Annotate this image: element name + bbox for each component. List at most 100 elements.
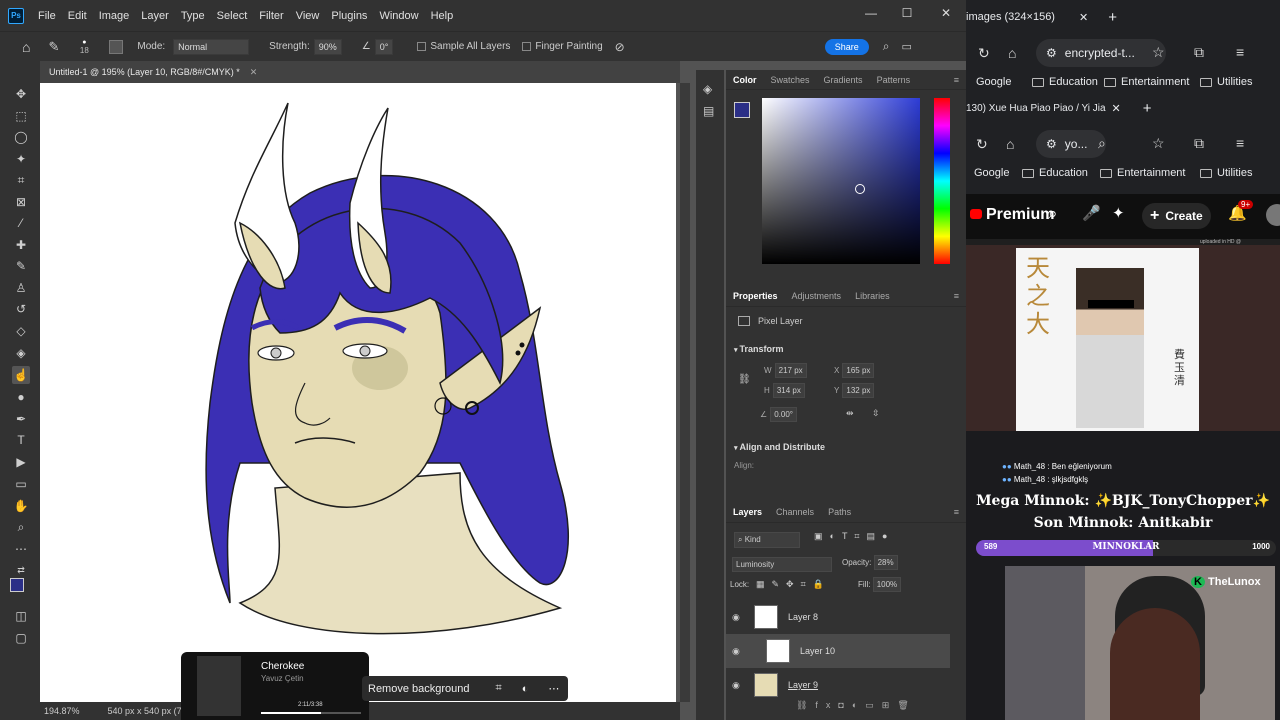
browser-tab[interactable]: 130) Xue Hua Piao Piao / Yi Jia ✕ + (966, 97, 1152, 119)
bookmark-star-icon[interactable]: ☆ (1152, 44, 1165, 61)
fill-control[interactable]: Fill: 100% (858, 577, 902, 592)
avatar[interactable] (1266, 204, 1280, 226)
search-icon[interactable]: ⌕ (1048, 204, 1058, 224)
angle-field[interactable]: ∠ 0.00° (760, 407, 798, 422)
home-icon[interactable]: ⌂ (1006, 136, 1014, 152)
close-button[interactable]: ✕ (927, 0, 965, 26)
foreground-swatch[interactable] (734, 102, 750, 118)
sample-all-layers-checkbox[interactable]: Sample All Layers (417, 41, 510, 52)
pressure-icon[interactable]: ⊘ (615, 40, 625, 54)
quick-select-tool-icon[interactable]: ✦ (12, 150, 30, 168)
comments-icon[interactable]: ▤ (703, 104, 714, 118)
canvas[interactable] (40, 83, 676, 702)
color-field[interactable] (762, 98, 920, 264)
layer-action-icons[interactable]: ⛓fx◘◐▭⊞🗑 (796, 700, 917, 711)
panel-menu-icon[interactable]: ≡ (947, 291, 966, 301)
strength-input[interactable]: 90% (313, 38, 342, 55)
menu-help[interactable]: Help (425, 10, 460, 22)
link-dimensions-icon[interactable]: ⛓ (738, 374, 751, 385)
marquee-tool-icon[interactable]: ⬚ (12, 107, 30, 125)
more-tools-icon[interactable]: ⋯ (12, 540, 30, 558)
hue-slider[interactable] (934, 98, 950, 264)
mic-icon[interactable]: 🎤 (1082, 204, 1101, 222)
reload-icon[interactable]: ↻ (976, 136, 988, 153)
move-tool-icon[interactable]: ✥ (12, 85, 30, 103)
youtube-video[interactable]: 天之大 費玉清 (966, 245, 1280, 431)
menu-image[interactable]: Image (93, 10, 136, 22)
home-icon[interactable]: ⌂ (1008, 45, 1016, 61)
remove-background-button[interactable]: Remove background (368, 683, 470, 695)
smudge-tool-icon[interactable]: ✎ (48, 39, 59, 55)
swap-colors-icon[interactable]: ⇄ (12, 561, 30, 579)
menu-filter[interactable]: Filter (253, 10, 289, 22)
pen-tool-icon[interactable]: ✒ (12, 410, 30, 428)
search-icon[interactable]: ⌕ (883, 39, 890, 54)
tab-gradients[interactable]: Gradients (817, 75, 870, 85)
create-button[interactable]: + Create (1142, 203, 1211, 229)
document-tab[interactable]: Untitled-1 @ 195% (Layer 10, RGB/8#/CMYK… (40, 61, 680, 83)
frame-tool-icon[interactable]: ⊠ (12, 193, 30, 211)
bookmark-entertainment[interactable]: Entertainment (1100, 167, 1185, 179)
menu-view[interactable]: View (290, 10, 326, 22)
tab-adjustments[interactable]: Adjustments (785, 291, 849, 301)
tab-patterns[interactable]: Patterns (870, 75, 918, 85)
menu-layer[interactable]: Layer (135, 10, 175, 22)
extensions-icon[interactable]: ⧉ (1194, 135, 1204, 152)
close-tab-icon[interactable]: ✕ (1079, 11, 1088, 24)
x-field[interactable]: X 165 px (834, 363, 875, 378)
healing-tool-icon[interactable]: ✚ (12, 236, 30, 254)
smudge-tool-icon[interactable]: ☝ (12, 366, 30, 384)
maximize-button[interactable]: ☐ (888, 0, 926, 26)
height-field[interactable]: H 314 px (764, 383, 805, 398)
crop-tool-icon[interactable]: ⌗ (12, 171, 30, 189)
dodge-tool-icon[interactable]: ● (12, 388, 30, 406)
type-tool-icon[interactable]: T (12, 431, 30, 449)
screen-mode-icon[interactable]: ▢ (12, 629, 30, 647)
visibility-eye-icon[interactable]: ◉ (732, 680, 744, 691)
panel-menu-icon[interactable]: ≡ (947, 75, 966, 85)
finger-painting-checkbox[interactable]: Finger Painting (522, 41, 603, 52)
workspace-icon[interactable]: ▭ (902, 40, 912, 53)
menu-icon[interactable]: ≡ (1236, 135, 1244, 151)
opacity-control[interactable]: Opacity: 28% (842, 555, 898, 570)
tab-paths[interactable]: Paths (821, 507, 858, 517)
brush-settings-icon[interactable] (109, 39, 124, 54)
tab-properties[interactable]: Properties (726, 291, 785, 301)
y-field[interactable]: Y 132 px (834, 383, 875, 398)
panel-menu-icon[interactable]: ≡ (947, 507, 966, 517)
menu-icon[interactable]: ≡ (1236, 44, 1244, 60)
visibility-eye-icon[interactable]: ◉ (732, 612, 744, 623)
minimize-button[interactable]: — (852, 0, 890, 26)
visibility-eye-icon[interactable]: ◉ (732, 646, 744, 657)
brush-tool-icon[interactable]: ✎ (12, 257, 30, 275)
home-icon[interactable]: ⌂ (22, 39, 30, 55)
new-tab-icon[interactable]: + (1108, 9, 1117, 26)
bookmark-entertainment[interactable]: Entertainment (1104, 76, 1189, 88)
mode-select[interactable]: Normal (173, 38, 250, 55)
crop-icon[interactable]: ⌗ (496, 682, 502, 695)
bookmark-google[interactable]: Google (974, 167, 1009, 179)
color-picker-marker[interactable] (855, 184, 865, 194)
history-brush-icon[interactable]: ↺ (12, 300, 30, 318)
music-popup[interactable]: Cherokee Yavuz Çetin 2:11/3:38 (181, 652, 369, 720)
tab-libraries[interactable]: Libraries (848, 291, 897, 301)
share-button[interactable]: Share (824, 38, 869, 55)
more-options-icon[interactable]: ⋯ (548, 682, 559, 695)
tab-swatches[interactable]: Swatches (764, 75, 817, 85)
close-tab-icon[interactable]: ✕ (250, 67, 258, 78)
tab-channels[interactable]: Channels (769, 507, 821, 517)
browser-tab[interactable]: images (324×156) ✕ + (966, 0, 1117, 34)
vertical-scrollbar[interactable] (680, 83, 690, 702)
adjust-icon[interactable]: ◐ (522, 683, 529, 695)
foreground-color-swatch[interactable] (10, 578, 24, 592)
flip-horizontal-icon[interactable]: ⇹ (846, 408, 854, 419)
width-field[interactable]: W 217 px (764, 363, 807, 378)
transform-header[interactable]: ▾ Transform (734, 344, 783, 354)
menu-file[interactable]: File (32, 10, 62, 22)
lasso-tool-icon[interactable]: ◯ (12, 128, 30, 146)
search-icon[interactable]: ⌕ (1098, 135, 1106, 152)
layer-row-8[interactable]: ◉ Layer 8 (726, 600, 950, 634)
blend-mode-select[interactable]: Luminosity (732, 557, 832, 572)
rectangle-tool-icon[interactable]: ▭ (12, 475, 30, 493)
menu-plugins[interactable]: Plugins (325, 10, 373, 22)
